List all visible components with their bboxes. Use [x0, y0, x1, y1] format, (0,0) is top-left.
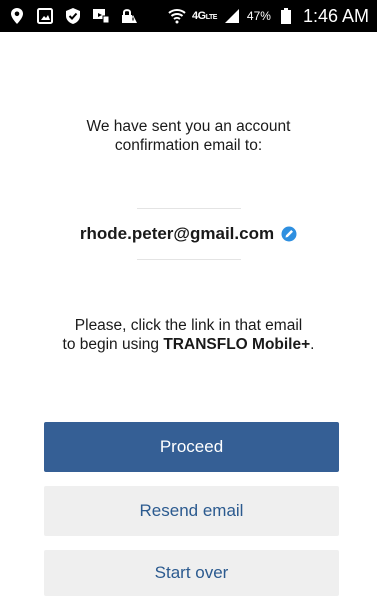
location-pin-icon: [8, 7, 26, 25]
instruction-prefix: to begin using: [62, 336, 164, 353]
screen-mirror-icon: [92, 7, 110, 25]
resend-email-button[interactable]: Resend email: [44, 486, 339, 536]
image-icon: [36, 7, 54, 25]
email-row: rhode.peter@gmail.com: [0, 209, 377, 259]
clock-time: 1:46 AM: [302, 5, 369, 26]
instruction-line-1: Please, click the link in that email: [74, 317, 303, 334]
email-address: rhode.peter@gmail.com: [79, 224, 275, 243]
edit-pencil-icon[interactable]: [281, 226, 297, 242]
network-type-label: 4GLTE: [192, 10, 217, 22]
confirmation-screen: We have sent you an account confirmation…: [0, 32, 377, 596]
email-bottom-divider: [136, 259, 241, 260]
battery-percent: 47%: [246, 9, 271, 23]
instruction-line-2: to begin using TRANSFLO Mobile+.: [0, 335, 377, 354]
confirmation-message: We have sent you an account confirmation…: [0, 117, 377, 155]
start-over-button[interactable]: Start over: [44, 550, 339, 596]
app-name: TRANSFLO Mobile+: [163, 336, 311, 353]
confirmation-line-2: confirmation email to:: [114, 137, 263, 154]
proceed-button[interactable]: Proceed: [44, 422, 339, 472]
network-label: 4G: [192, 10, 206, 22]
signal-bars-icon: [223, 7, 241, 25]
email-block: rhode.peter@gmail.com: [0, 208, 377, 260]
shield-check-icon: [64, 7, 82, 25]
battery-icon: [277, 7, 295, 25]
status-right-icons: 4GLTE 47% 1:46 AM: [168, 6, 369, 27]
status-bar: 4GLTE 47% 1:46 AM: [0, 0, 377, 32]
status-left-icons: [8, 7, 138, 25]
lock-warning-icon: [120, 7, 138, 25]
instruction-suffix: .: [310, 336, 315, 353]
network-sublabel: LTE: [205, 14, 218, 21]
confirmation-line-1: We have sent you an account: [86, 118, 291, 135]
wifi-icon: [168, 7, 186, 25]
instruction-message: Please, click the link in that email to …: [0, 316, 377, 354]
